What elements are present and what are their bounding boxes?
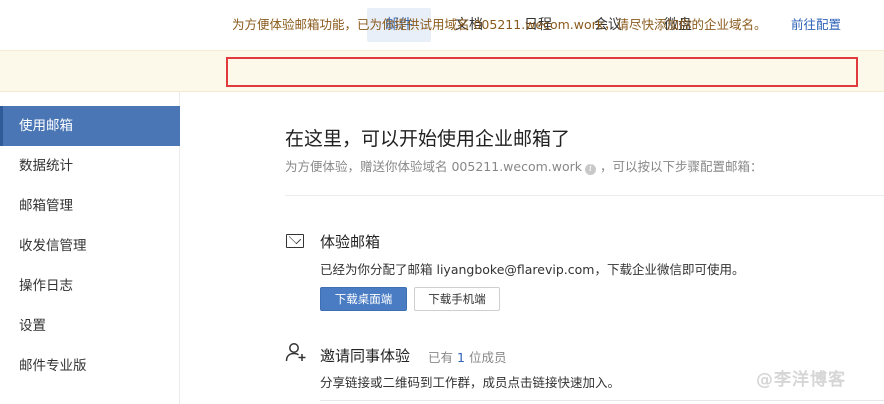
download-mobile-button[interactable]: 下载手机端 <box>414 287 500 311</box>
member-suffix: 位成员 <box>468 350 507 365</box>
sidebar-item-mail-pro[interactable]: 邮件专业版 <box>0 346 180 386</box>
trial-mailbox-title: 体验邮箱 <box>320 233 381 251</box>
section-divider <box>285 195 884 196</box>
subtitle-text-before: 为方便体验，赠送你体验域名 005211.wecom.work <box>285 159 582 174</box>
notice-text: 为方便体验邮箱功能，已为你提供试用域名 005211.wecom.work，请尽… <box>232 17 767 32</box>
user-add-icon <box>285 343 306 362</box>
member-count-note: 已有 1 位成员 <box>428 347 506 366</box>
notice-highlight-box <box>226 57 858 87</box>
sidebar-item-operation-log[interactable]: 操作日志 <box>0 266 180 306</box>
invite-panel-border <box>320 400 884 401</box>
sidebar-item-statistics[interactable]: 数据统计 <box>0 146 180 186</box>
sidebar-item-settings[interactable]: 设置 <box>0 306 180 346</box>
info-icon[interactable]: i <box>585 164 596 175</box>
sidebar: 使用邮箱 数据统计 邮箱管理 收发信管理 操作日志 设置 邮件专业版 <box>0 92 180 404</box>
configure-domain-link[interactable]: 前往配置 <box>791 14 841 33</box>
download-desktop-button[interactable]: 下载桌面端 <box>320 287 407 311</box>
member-count: 1 <box>457 350 465 365</box>
member-prefix: 已有 <box>428 350 454 365</box>
subtitle-text-after: ，可以按以下步骤配置邮箱： <box>600 159 763 174</box>
watermark: @李洋博客 <box>756 370 846 390</box>
page-subtitle: 为方便体验，赠送你体验域名 005211.wecom.work i ，可以按以下步骤… <box>285 156 763 175</box>
trial-mailbox-desc: 已经为你分配了邮箱 liyangboke@flarevip.com，下载企业微信… <box>320 262 745 277</box>
notice-bar <box>0 50 884 92</box>
mail-icon <box>286 234 304 248</box>
sidebar-item-mailbox-management[interactable]: 邮箱管理 <box>0 186 180 226</box>
invite-colleagues-title: 邀请同事体验 <box>320 347 411 365</box>
page-title: 在这里，可以开始使用企业邮箱了 <box>285 128 571 150</box>
sidebar-item-send-receive-management[interactable]: 收发信管理 <box>0 226 180 266</box>
sidebar-item-use-mailbox[interactable]: 使用邮箱 <box>0 106 180 146</box>
invite-desc: 分享链接或二维码到工作群，成员点击链接快速加入。 <box>320 375 621 390</box>
